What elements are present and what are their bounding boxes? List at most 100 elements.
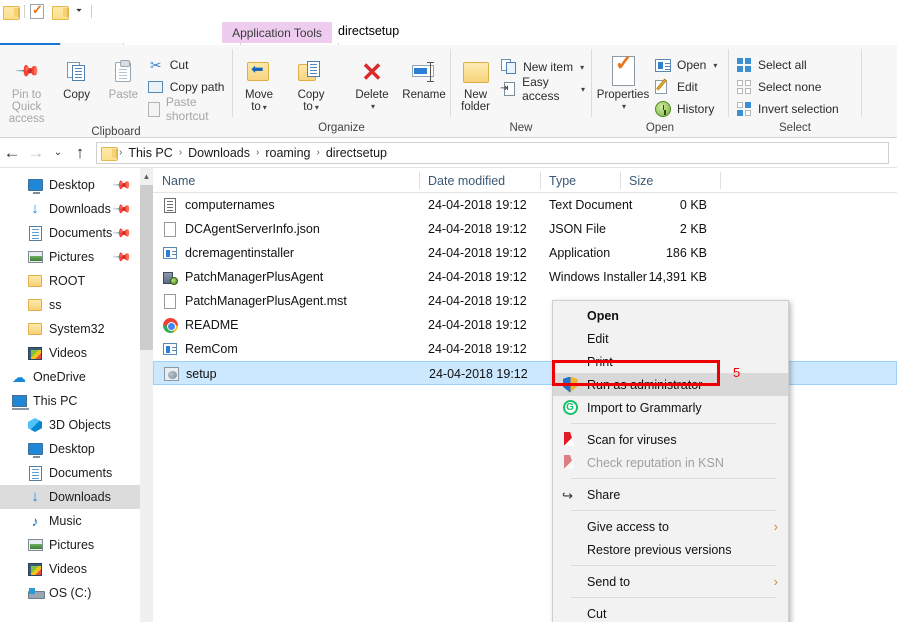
sidebar-item-3d-objects[interactable]: 3D Objects — [0, 413, 140, 437]
paste-button[interactable]: Paste — [100, 49, 147, 101]
file-type-cell: JSON File — [549, 222, 606, 236]
chevron-right-icon: › — [773, 574, 778, 589]
menu-item-cut[interactable]: Cut — [553, 602, 788, 622]
menu-item-give-access-to[interactable]: Give access to › — [553, 515, 788, 538]
open-button[interactable]: Open ▾ — [654, 55, 723, 75]
sidebar-item-pictures[interactable]: Pictures 📌 — [0, 245, 140, 269]
pin-icon[interactable]: 📌 — [112, 175, 132, 195]
edit-button[interactable]: Edit — [654, 77, 723, 97]
divider[interactable] — [720, 172, 721, 189]
select-all-button[interactable]: Select all — [735, 55, 845, 75]
table-row[interactable]: PatchManagerPlusAgent 24-04-2018 19:12 Win… — [153, 265, 897, 289]
copy-to-button[interactable]: Copy to ▾ — [285, 49, 337, 114]
move-to-icon: ⬅ — [246, 55, 272, 89]
context-menu[interactable]: Open Edit Print Run as administrator G Import… — [552, 300, 789, 622]
new-item-button[interactable]: New item ▾ — [500, 57, 591, 77]
pictures-icon — [26, 251, 44, 263]
forward-button[interactable]: → — [24, 141, 48, 165]
table-row[interactable]: dcremagentinstaller 24-04-2018 19:12 Appli… — [153, 241, 897, 265]
sidebar-item-root[interactable]: ROOT — [0, 269, 140, 293]
back-button[interactable]: ← — [0, 141, 24, 165]
sidebar-item-videos[interactable]: Videos — [0, 341, 140, 365]
menu-item-send-to[interactable]: Send to › — [553, 570, 788, 593]
menu-item-edit[interactable]: Edit — [553, 327, 788, 350]
clipboard-small-commands: ✂ Cut Copy path Paste shortcut — [147, 49, 232, 123]
sidebar-item-label: Videos — [49, 562, 87, 576]
delete-button[interactable]: ✕ Delete ▾ — [346, 49, 398, 113]
menu-item-import-to-grammarly[interactable]: G Import to Grammarly — [553, 396, 788, 419]
navigation-pane[interactable]: Desktop 📌 ↓ Downloads 📌 Documents 📌 Pictures 📌 RO… — [0, 168, 140, 622]
breadcrumb-downloads[interactable]: Downloads — [184, 146, 254, 160]
easy-access-button[interactable]: ⇥ Easy access ▾ — [500, 75, 591, 103]
table-row[interactable]: computernames 24-04-2018 19:12 Text Docume… — [153, 193, 897, 217]
sidebar-item-os-c[interactable]: OS (C:) — [0, 581, 140, 605]
column-header-size[interactable]: Size — [620, 168, 720, 193]
column-header-type[interactable]: Type — [540, 168, 620, 193]
invert-selection-button[interactable]: Invert selection — [735, 99, 845, 119]
breadcrumb-this-pc[interactable]: This PC — [124, 146, 176, 160]
sidebar-item-downloads[interactable]: ↓ Downloads 📌 — [0, 197, 140, 221]
breadcrumb-directsetup[interactable]: directsetup — [322, 146, 391, 160]
sidebar-item-pictures[interactable]: Pictures — [0, 533, 140, 557]
scroll-up-icon[interactable]: ▲ — [140, 168, 153, 185]
sidebar-item-ss[interactable]: ss — [0, 293, 140, 317]
sidebar-item-desktop[interactable]: Desktop 📌 — [0, 173, 140, 197]
step-number-annotation: 5 — [733, 365, 741, 380]
menu-item-print[interactable]: Print — [553, 350, 788, 373]
window-title: directsetup — [338, 24, 400, 38]
edit-icon — [654, 78, 672, 96]
menu-item-share[interactable]: ↪ Share — [553, 483, 788, 506]
new-small-commands: New item ▾ ⇥ Easy access ▾ — [500, 49, 591, 103]
recent-locations-button[interactable]: ⌄ — [48, 141, 68, 165]
table-row[interactable]: DCAgentServerInfo.json 24-04-2018 19:12 JS… — [153, 217, 897, 241]
pin-icon[interactable]: 📌 — [112, 223, 132, 243]
sidebar-item-this-pc[interactable]: This PC — [0, 389, 140, 413]
divider — [91, 4, 92, 18]
properties-button[interactable]: ✓ Properties ▾ — [592, 49, 654, 113]
chevron-down-icon[interactable] — [72, 4, 86, 18]
quick-access-toolbar — [0, 0, 897, 22]
copy-path-icon — [147, 78, 165, 96]
new-folder-button[interactable]: New folder — [451, 49, 500, 113]
pin-to-quick-access-button[interactable]: 📌 Pin to Quick access — [0, 49, 53, 125]
menu-item-open[interactable]: Open — [553, 304, 788, 327]
pin-icon[interactable]: 📌 — [112, 247, 132, 267]
rename-button[interactable]: Rename — [398, 49, 450, 101]
column-header-name[interactable]: Name — [153, 168, 419, 193]
scrollbar-thumb[interactable] — [140, 185, 153, 350]
copy-button[interactable]: Copy — [53, 49, 100, 101]
sidebar-item-documents[interactable]: Documents 📌 — [0, 221, 140, 245]
breadcrumb[interactable]: › This PC › Downloads › roaming › direct… — [96, 141, 889, 164]
menu-item-run-as-administrator[interactable]: Run as administrator — [553, 373, 788, 396]
file-date-cell: 24-04-2018 19:12 — [429, 367, 528, 381]
sidebar-item-documents[interactable]: Documents — [0, 461, 140, 485]
paste-shortcut-button[interactable]: Paste shortcut — [147, 95, 232, 123]
breadcrumb-roaming[interactable]: roaming — [261, 146, 314, 160]
menu-item-restore-previous-versions[interactable]: Restore previous versions — [553, 538, 788, 561]
pin-icon[interactable]: 📌 — [112, 199, 132, 219]
properties-icon[interactable] — [30, 2, 44, 19]
copy-path-button[interactable]: Copy path — [147, 77, 232, 97]
documents-icon — [26, 465, 44, 481]
sidebar-item-downloads[interactable]: ↓ Downloads — [0, 485, 140, 509]
navigation-scrollbar[interactable]: ▲ — [140, 168, 153, 622]
select-none-button[interactable]: Select none — [735, 77, 845, 97]
history-button[interactable]: History — [654, 99, 723, 119]
up-button[interactable]: ↑ — [68, 141, 92, 165]
menu-item-check-reputation-in-ksn[interactable]: Check reputation in KSN — [553, 451, 788, 474]
move-to-button[interactable]: ⬅ Move to ▾ — [233, 49, 285, 114]
file-name-cell: README — [162, 313, 238, 337]
sidebar-item-videos[interactable]: Videos — [0, 557, 140, 581]
column-header-date-modified[interactable]: Date modified — [419, 168, 540, 193]
sidebar-item-system32[interactable]: System32 — [0, 317, 140, 341]
sidebar-item-onedrive[interactable]: ☁ OneDrive — [0, 365, 140, 389]
sidebar-item-desktop[interactable]: Desktop — [0, 437, 140, 461]
file-name-cell: DCAgentServerInfo.json — [162, 217, 320, 241]
ribbon-group-clipboard: 📌 Pin to Quick access Copy Paste ✂ Cut C… — [0, 45, 232, 139]
cut-button[interactable]: ✂ Cut — [147, 55, 232, 75]
file-name-label: RemCom — [185, 342, 238, 356]
scissors-icon: ✂ — [149, 56, 162, 73]
sidebar-item-music[interactable]: ♪ Music — [0, 509, 140, 533]
menu-item-scan-for-viruses[interactable]: Scan for viruses — [553, 428, 788, 451]
new-folder-icon[interactable] — [52, 5, 69, 20]
